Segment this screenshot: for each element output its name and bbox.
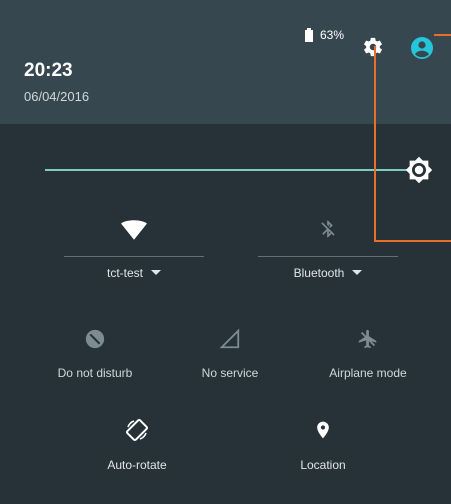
account-icon[interactable] [410, 36, 434, 60]
do-not-disturb-label: Do not disturb [57, 366, 133, 380]
location-label: Location [300, 458, 346, 472]
chevron-down-icon [352, 270, 363, 275]
date[interactable]: 06/04/2016 [24, 89, 89, 104]
airplane-icon [358, 329, 377, 349]
wifi-tile[interactable]: tct-test [64, 220, 204, 280]
airplane-mode-label: Airplane mode [329, 366, 407, 380]
battery-percent: 63% [320, 28, 345, 42]
location-pin-icon [317, 421, 329, 439]
wifi-network-name: tct-test [106, 266, 143, 280]
auto-rotate-tile[interactable]: Auto-rotate [82, 418, 192, 472]
annotation-line [374, 46, 376, 242]
status-bar: 63% [0, 14, 451, 59]
bluetooth-label[interactable]: Bluetooth [258, 266, 398, 280]
quick-settings-header: 63% 20:23 06/04/2016 [0, 0, 451, 124]
airplane-tile[interactable]: Airplane mode [313, 328, 423, 380]
do-not-disturb-tile[interactable]: Do not disturb [40, 328, 150, 380]
wifi-icon [121, 220, 147, 240]
cell-tile[interactable]: No service [175, 328, 285, 380]
annotation-line [434, 34, 451, 36]
chevron-down-icon [151, 270, 161, 275]
wifi-label[interactable]: tct-test [64, 266, 204, 280]
bluetooth-divider [258, 256, 398, 257]
do-not-disturb-icon [85, 329, 105, 349]
location-tile[interactable]: Location [268, 418, 378, 472]
annotation-line [374, 240, 451, 242]
bluetooth-off-icon [321, 220, 335, 238]
cell-signal-icon [219, 328, 240, 349]
gear-icon[interactable] [362, 36, 384, 58]
wifi-divider [64, 256, 204, 257]
brightness-slider[interactable] [45, 169, 408, 171]
auto-rotate-label: Auto-rotate [107, 458, 167, 472]
battery-icon [305, 28, 313, 42]
bluetooth-text: Bluetooth [293, 266, 345, 280]
brightness-icon[interactable] [405, 156, 433, 184]
clock-time: 20:23 [24, 60, 73, 81]
no-service-label: No service [201, 366, 259, 380]
bluetooth-tile[interactable]: Bluetooth [258, 218, 398, 280]
rotate-icon [126, 419, 148, 441]
